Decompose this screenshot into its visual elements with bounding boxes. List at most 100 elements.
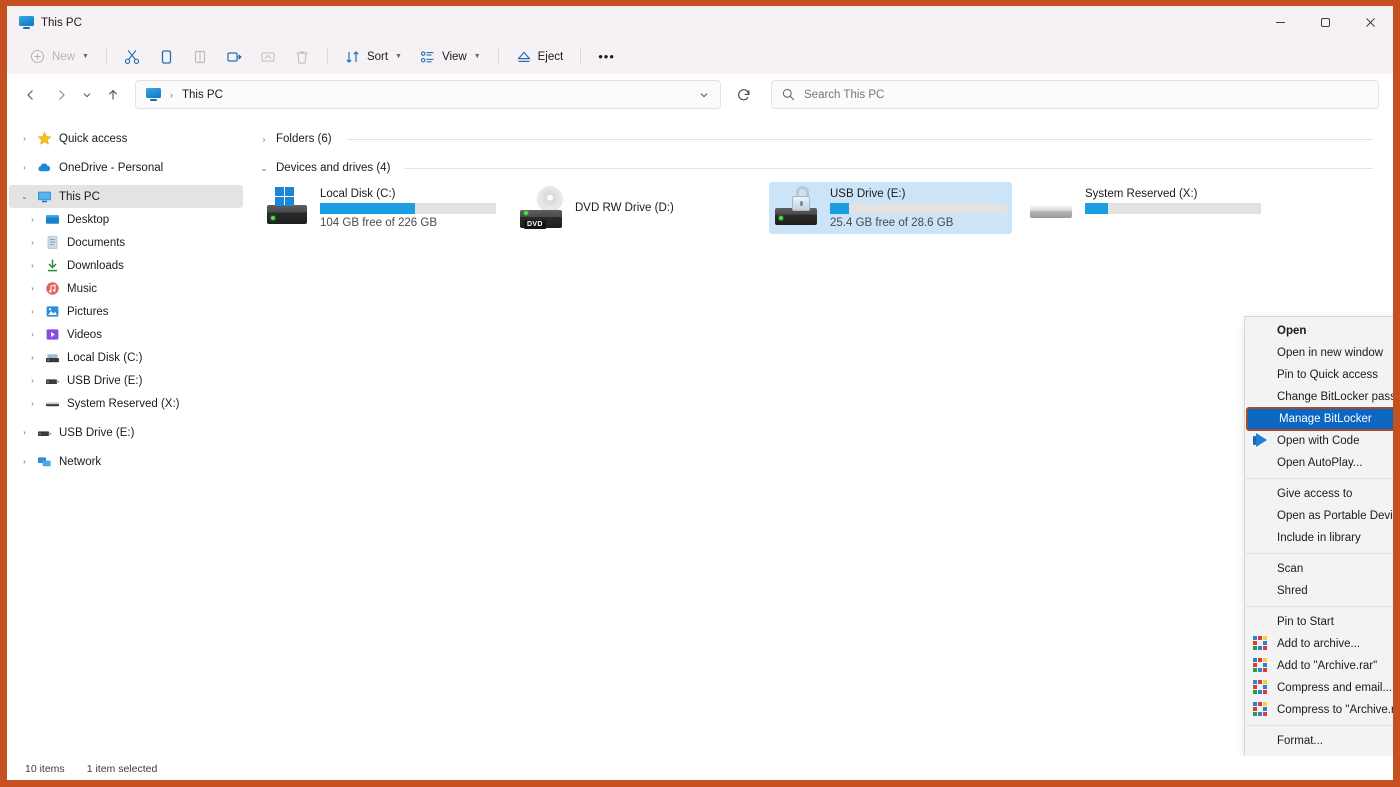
chevron-right-icon[interactable]: › [27,307,38,316]
address-dropdown-icon[interactable] [694,90,714,100]
menu-item-compress-to-archive-rar-and-email[interactable]: Compress to "Archive.rar" and email [1245,699,1393,721]
sort-button[interactable]: Sort ▼ [336,43,411,70]
sidebar-item-desktop[interactable]: › Desktop [9,208,243,231]
sidebar-item-usb-drive-e-child[interactable]: › USB Drive (E:) [9,369,243,392]
sidebar-item-documents[interactable]: › Documents [9,231,243,254]
eject-icon [516,49,532,65]
menu-item-add-to-archive-rar[interactable]: Add to "Archive.rar" [1245,655,1393,677]
sidebar-item-network[interactable]: › Network [9,450,243,473]
chevron-right-icon[interactable]: › [19,163,30,172]
search-box[interactable]: Search This PC [771,80,1379,109]
breadcrumb-item-this-pc[interactable]: This PC [182,89,223,101]
search-input[interactable]: Search This PC [804,89,884,101]
chevron-down-icon: ▼ [473,53,481,60]
menu-item-open[interactable]: Open [1245,320,1393,342]
menu-item-include-in-library[interactable]: Include in library › [1245,527,1393,549]
sidebar-item-quick-access[interactable]: › Quick access [9,127,243,150]
menu-item-open-in-new-window[interactable]: Open in new window [1245,342,1393,364]
delete-button[interactable] [285,43,319,70]
menu-item-pin-to-start[interactable]: Pin to Start [1245,611,1393,633]
sidebar-item-videos[interactable]: › Videos [9,323,243,346]
sidebar-item-usb-drive-e[interactable]: › USB Drive (E:) [9,421,243,444]
chevron-right-icon[interactable]: › [259,135,269,144]
sidebar-item-system-reserved-x[interactable]: › System Reserved (X:) [9,392,243,415]
chevron-right-icon[interactable]: › [27,376,38,385]
refresh-button[interactable] [729,80,759,109]
more-options-button[interactable]: ••• [589,43,624,70]
maximize-button[interactable] [1303,6,1348,39]
menu-item-eject[interactable]: Eject [1245,752,1393,756]
sidebar-item-downloads[interactable]: › Downloads [9,254,243,277]
drive-tile-system-reserved-x[interactable]: System Reserved (X:) [1024,182,1267,234]
paste-button[interactable] [183,43,217,70]
forward-button[interactable] [47,81,75,109]
drive-tile-dvd-rw-d[interactable]: DVD DVD RW Drive (D:) [514,182,757,234]
view-button[interactable]: View ▼ [411,43,490,70]
chevron-right-icon[interactable]: › [19,134,30,143]
no-icon [1253,367,1269,383]
downloads-icon [45,258,60,273]
chevron-down-icon[interactable]: ⌄ [19,192,30,201]
menu-item-pin-to-quick-access[interactable]: Pin to Quick access [1245,364,1393,386]
rename-button[interactable] [217,43,251,70]
menu-item-add-to-archive[interactable]: Add to archive... [1245,633,1393,655]
sidebar-item-local-disk-c[interactable]: › Local Disk (C:) [9,346,243,369]
menu-item-open-with-code[interactable]: Open with Code [1245,430,1393,452]
new-button-label: New [52,50,76,63]
menu-item-manage-bitlocker[interactable]: Manage BitLocker [1246,407,1393,431]
sidebar-item-music[interactable]: › Music [9,277,243,300]
menu-item-format[interactable]: Format... [1245,730,1393,752]
menu-item-shred[interactable]: Shred [1245,580,1393,602]
menu-item-label: Open [1277,325,1307,337]
group-divider [405,167,1373,169]
menu-item-label: Scan [1277,563,1304,575]
chevron-right-icon[interactable]: › [27,330,38,339]
address-bar[interactable]: › This PC [135,80,721,109]
menu-item-open-as-portable-device[interactable]: Open as Portable Device [1245,505,1393,527]
chevron-right-icon[interactable]: › [27,215,38,224]
menu-item-change-bitlocker-password[interactable]: Change BitLocker password [1245,386,1393,408]
back-button[interactable] [17,81,45,109]
shield-icon [1253,583,1269,599]
videos-icon [45,327,60,342]
share-button[interactable] [251,43,285,70]
menu-item-compress-and-email[interactable]: Compress and email... [1245,677,1393,699]
cut-button[interactable] [115,43,149,70]
eject-button[interactable]: Eject [507,43,573,70]
sidebar-item-this-pc[interactable]: ⌄ This PC [9,185,243,208]
no-icon [1253,345,1269,361]
items-view: › Folders (6) ⌄ Devices and drives (4) L… [247,115,1393,756]
chevron-right-icon[interactable]: › [27,238,38,247]
group-header-folders[interactable]: › Folders (6) [259,129,1393,149]
copy-button[interactable] [149,43,183,70]
sidebar-item-onedrive[interactable]: › OneDrive - Personal [9,156,243,179]
drive-tile-usb-drive-e[interactable]: USB Drive (E:) 25.4 GB free of 28.6 GB [769,182,1012,234]
drive-info: USB Drive (E:) 25.4 GB free of 28.6 GB [830,186,1006,229]
group-label: Folders (6) [276,133,332,145]
chevron-right-icon[interactable]: › [27,399,38,408]
drive-capacity-text: 25.4 GB free of 28.6 GB [830,217,954,229]
drive-icon [45,396,60,411]
group-header-devices[interactable]: ⌄ Devices and drives (4) [259,158,1393,178]
chevron-down-icon[interactable]: ⌄ [259,164,269,173]
up-button[interactable] [99,81,127,109]
chevron-right-icon[interactable]: › [27,353,38,362]
new-button[interactable]: New ▼ [21,43,98,70]
chevron-right-icon[interactable]: › [27,261,38,270]
drive-tile-local-disk-c[interactable]: Local Disk (C:) 104 GB free of 226 GB [259,182,502,234]
recent-locations-button[interactable] [77,81,97,109]
star-icon [37,131,52,146]
capacity-bar [1085,203,1261,214]
minimize-button[interactable] [1258,6,1303,39]
chevron-right-icon[interactable]: › [27,284,38,293]
menu-item-open-autoplay[interactable]: Open AutoPlay... [1245,452,1393,474]
menu-item-scan[interactable]: Scan [1245,558,1393,580]
chevron-right-icon[interactable]: › [19,428,30,437]
sidebar-item-pictures[interactable]: › Pictures [9,300,243,323]
menu-item-label: Add to archive... [1277,638,1361,650]
drive-name: Local Disk (C:) [320,188,396,200]
sidebar-label: Downloads [67,259,124,272]
close-button[interactable] [1348,6,1393,39]
chevron-right-icon[interactable]: › [19,457,30,466]
menu-item-give-access-to[interactable]: Give access to › [1245,483,1393,505]
